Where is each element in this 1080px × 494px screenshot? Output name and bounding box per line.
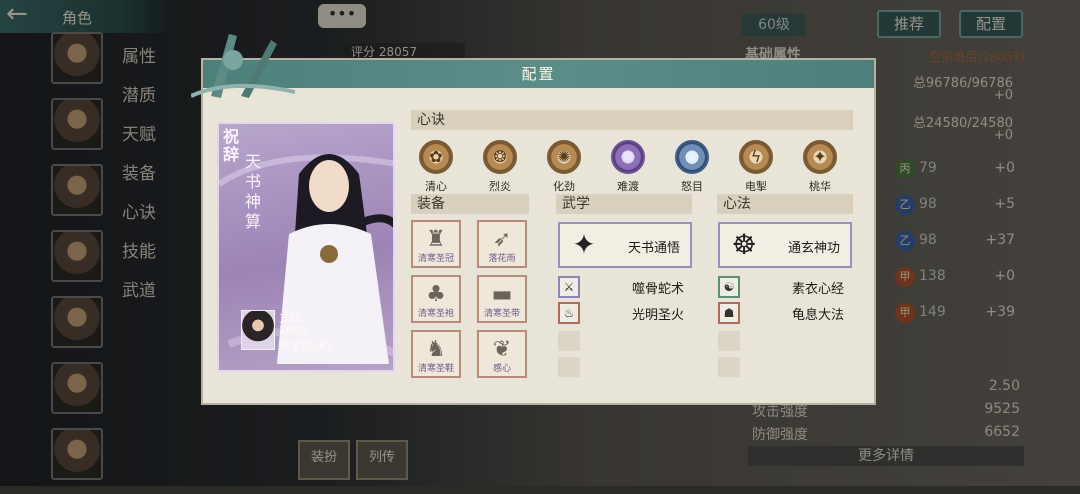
equipment-slot[interactable]: ♞ 清寒圣鞋 [411,330,461,378]
xinjue-item[interactable]: ✿ 清心 [413,140,459,194]
empty-skill-slot[interactable] [718,357,740,377]
empty-skill-slot[interactable] [558,357,580,377]
modal-title: 配置 [203,60,874,88]
character-card[interactable]: 祝辞 天书神算 五味 2600 帝王宫(天) [217,122,395,372]
turtle-breath-icon: ☗ [718,302,740,324]
sword-ornament-icon [191,34,295,98]
empty-skill-slot[interactable] [718,331,740,351]
plain-robe-icon: ☯ [718,276,740,298]
flame-icon: ❂ [483,140,517,174]
owner-avatar [241,310,275,350]
xinjue-item[interactable]: ✵ 难渡 [605,140,651,194]
xinfa-sub-skill[interactable]: ☗ 龟息大法 [718,302,852,324]
equipment-slot[interactable]: ♣ 清寒圣袍 [411,275,461,323]
card-tag: 祝辞 [223,127,240,164]
meditation-icon: ☸ [731,228,757,261]
xinjue-section-title: 心诀 [411,110,853,130]
equipment-slot[interactable]: ❦ 感心 [477,330,527,378]
xinjue-item[interactable]: ❂ 烈炎 [477,140,523,194]
xinfa-section-title: 心法 [717,194,853,214]
swirl-icon: ✺ [547,140,581,174]
owner-score: 2600 [279,324,307,337]
xinfa-main-skill[interactable]: ☸ 通玄神功 [718,222,852,268]
eye-icon: ◉ [675,140,709,174]
wuxue-main-skill[interactable]: ✦ 天书通悟 [558,222,692,268]
scroll-weapon-icon: ➶ [492,227,512,252]
lightning-icon: ϟ [739,140,773,174]
owner-sect: 帝王宫(天) [279,340,332,353]
wuxue-sub-skill[interactable]: ⚔ 噬骨蛇术 [558,276,692,298]
xinjue-item[interactable]: ✦ 桃华 [797,140,843,194]
xinfa-sub-skill[interactable]: ☯ 素衣心经 [718,276,852,298]
equipment-section-title: 装备 [411,194,529,214]
config-modal: 配置 祝辞 天书神算 五味 2600 帝王宫(天) 心诀 ✿ 清心 ❂ 烈炎 ✺… [191,34,876,405]
empty-skill-slot[interactable] [558,331,580,351]
holy-fire-icon: ♨ [558,302,580,324]
crown-icon: ♜ [426,227,446,252]
figure-icon: ✦ [803,140,837,174]
xinjue-item[interactable]: ✺ 化劲 [541,140,587,194]
equipment-slot[interactable]: ▬ 清寒圣带 [477,275,527,323]
lotus-icon: ✿ [419,140,453,174]
xinjue-item[interactable]: ◉ 怒目 [669,140,715,194]
equipment-slot[interactable]: ➶ 落花雨 [477,220,527,268]
herb-icon: ❦ [492,337,512,362]
equipment-slot[interactable]: ♜ 清寒圣冠 [411,220,461,268]
boots-icon: ♞ [426,337,446,362]
xinjue-item[interactable]: ϟ 电掣 [733,140,779,194]
wuxue-section-title: 武学 [556,194,692,214]
wuxue-sub-skill[interactable]: ♨ 光明圣火 [558,302,692,324]
snake-strike-icon: ⚔ [558,276,580,298]
robe-icon: ♣ [426,282,446,307]
belt-icon: ▬ [491,282,513,307]
martial-pose-icon: ✦ [572,228,596,261]
demon-icon: ✵ [611,140,645,174]
owner-info: 五味 2600 帝王宫(天) [241,310,371,356]
